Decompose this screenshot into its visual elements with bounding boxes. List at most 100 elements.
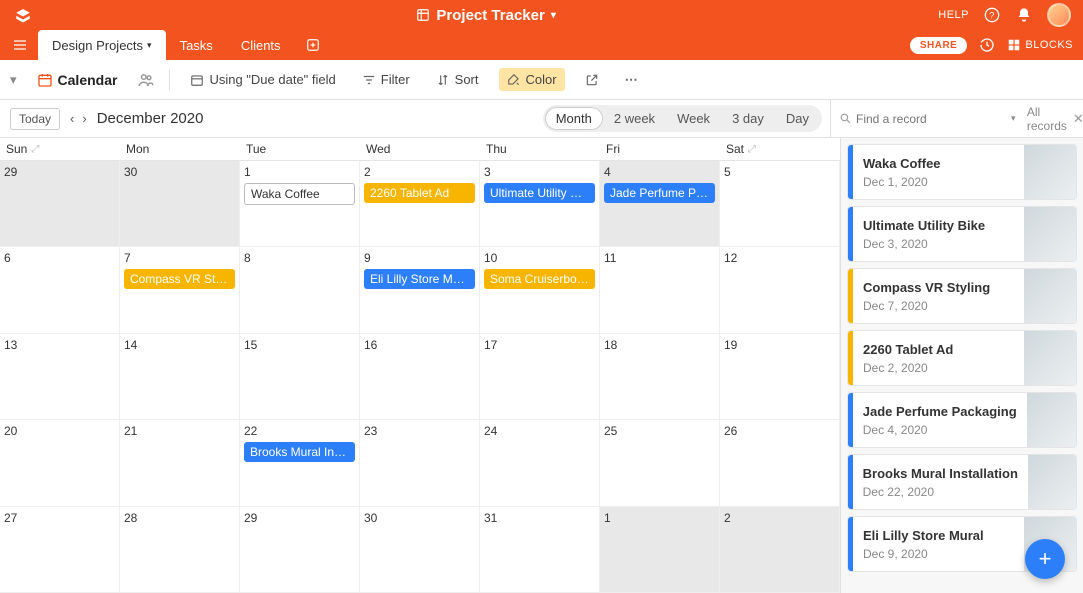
calendar-event[interactable]: Eli Lilly Store Mural xyxy=(364,269,475,289)
day-header: Fri xyxy=(600,138,720,160)
calendar-cell[interactable]: 1 xyxy=(600,507,720,593)
history-icon[interactable] xyxy=(979,37,995,53)
record-card[interactable]: Ultimate Utility BikeDec 3, 2020 xyxy=(847,206,1077,262)
calendar-cell[interactable]: 26 xyxy=(720,420,840,506)
external-link-icon[interactable] xyxy=(579,69,605,91)
day-number: 13 xyxy=(4,338,115,352)
calendar-cell[interactable]: 2 xyxy=(720,507,840,593)
range-2week[interactable]: 2 week xyxy=(603,107,666,130)
add-tab-button[interactable] xyxy=(303,35,323,55)
range-3day[interactable]: 3 day xyxy=(721,107,775,130)
calendar-cell[interactable]: 10Soma Cruiserboard xyxy=(480,247,600,333)
day-number: 8 xyxy=(244,251,355,265)
app-title[interactable]: Project Tracker xyxy=(436,7,544,24)
calendar-event[interactable]: Ultimate Utility Bike xyxy=(484,183,595,203)
calendar-event[interactable]: Brooks Mural Inst... xyxy=(244,442,355,462)
prev-button[interactable]: ‹ xyxy=(70,111,74,126)
calendar-cell[interactable]: 24 xyxy=(480,420,600,506)
record-card[interactable]: Brooks Mural InstallationDec 22, 2020 xyxy=(847,454,1077,510)
record-title: Brooks Mural Installation xyxy=(863,466,1018,481)
calendar-cell[interactable]: 16 xyxy=(360,334,480,420)
using-field-button[interactable]: Using "Due date" field xyxy=(184,68,341,91)
calendar-cell[interactable]: 14 xyxy=(120,334,240,420)
calendar-cell[interactable]: 5 xyxy=(720,161,840,247)
range-toggle: Month 2 week Week 3 day Day xyxy=(543,105,822,132)
calendar-cell[interactable]: 13 xyxy=(0,334,120,420)
search-input[interactable] xyxy=(856,112,1011,126)
record-card[interactable]: Waka CoffeeDec 1, 2020 xyxy=(847,144,1077,200)
color-button[interactable]: Color xyxy=(499,68,565,91)
record-card[interactable]: Jade Perfume PackagingDec 4, 2020 xyxy=(847,392,1077,448)
calendar-cell[interactable]: 27 xyxy=(0,507,120,593)
calendar-cell[interactable]: 20 xyxy=(0,420,120,506)
view-switcher[interactable]: Calendar xyxy=(31,68,124,92)
calendar-cell[interactable]: 22260 Tablet Ad xyxy=(360,161,480,247)
calendar-icon xyxy=(37,72,53,88)
chevron-down-icon[interactable]: ▾ xyxy=(10,72,17,88)
record-title: 2260 Tablet Ad xyxy=(863,342,1014,357)
calendar-cell[interactable]: 22Brooks Mural Inst... xyxy=(240,420,360,506)
calendar-cell[interactable]: 31 xyxy=(480,507,600,593)
record-card[interactable]: Compass VR StylingDec 7, 2020 xyxy=(847,268,1077,324)
today-button[interactable]: Today xyxy=(10,108,60,130)
calendar-cell[interactable]: 17 xyxy=(480,334,600,420)
calendar-event[interactable]: Waka Coffee xyxy=(244,183,355,205)
calendar-cell[interactable]: 8 xyxy=(240,247,360,333)
expand-icon[interactable]: ⤢ xyxy=(748,144,756,155)
app-logo[interactable] xyxy=(12,4,34,26)
menu-icon[interactable] xyxy=(10,37,30,53)
calendar-cell[interactable]: 23 xyxy=(360,420,480,506)
filter-button[interactable]: Filter xyxy=(356,68,416,91)
day-number: 16 xyxy=(364,338,475,352)
all-records-dropdown[interactable]: ▾ All records xyxy=(1011,105,1067,133)
calendar-cell[interactable]: 21 xyxy=(120,420,240,506)
calendar-cell[interactable]: 7Compass VR Styli... xyxy=(120,247,240,333)
calendar-event[interactable]: Soma Cruiserboard xyxy=(484,269,595,289)
caret-down-icon: ▾ xyxy=(147,40,152,51)
calendar-event[interactable]: Jade Perfume Pac... xyxy=(604,183,715,203)
help-icon[interactable]: ? xyxy=(983,6,1001,24)
calendar-cell[interactable]: 1Waka Coffee xyxy=(240,161,360,247)
calendar-cell[interactable]: 9Eli Lilly Store Mural xyxy=(360,247,480,333)
calendar-cell[interactable]: 3Ultimate Utility Bike xyxy=(480,161,600,247)
bell-icon[interactable] xyxy=(1015,6,1033,24)
share-button[interactable]: SHARE xyxy=(910,37,968,54)
calendar-event[interactable]: 2260 Tablet Ad xyxy=(364,183,475,203)
expand-icon[interactable]: ⤢ xyxy=(31,144,39,155)
calendar-cell[interactable]: 19 xyxy=(720,334,840,420)
calendar-cell[interactable]: 6 xyxy=(0,247,120,333)
people-icon[interactable] xyxy=(137,71,155,89)
record-card[interactable]: 2260 Tablet AdDec 2, 2020 xyxy=(847,330,1077,386)
range-day[interactable]: Day xyxy=(775,107,820,130)
calendar-cell[interactable]: 29 xyxy=(240,507,360,593)
day-number: 14 xyxy=(124,338,235,352)
tab-clients[interactable]: Clients xyxy=(227,30,295,60)
sort-button[interactable]: Sort xyxy=(430,68,485,91)
help-link[interactable]: HELP xyxy=(938,9,969,21)
calendar-cell[interactable]: 15 xyxy=(240,334,360,420)
calendar-cell[interactable]: 12 xyxy=(720,247,840,333)
tab-design-projects[interactable]: Design Projects▾ xyxy=(38,30,166,60)
calendar-cell[interactable]: 25 xyxy=(600,420,720,506)
close-sidebar-icon[interactable]: ✕ xyxy=(1073,111,1083,127)
calendar-cell[interactable]: 11 xyxy=(600,247,720,333)
record-thumbnail xyxy=(1024,269,1076,323)
blocks-button[interactable]: BLOCKS xyxy=(1007,38,1073,52)
tab-tasks[interactable]: Tasks xyxy=(166,30,227,60)
calendar-cell[interactable]: 30 xyxy=(360,507,480,593)
range-week[interactable]: Week xyxy=(666,107,721,130)
avatar[interactable] xyxy=(1047,3,1071,27)
add-record-fab[interactable]: + xyxy=(1025,539,1065,579)
calendar-event[interactable]: Compass VR Styli... xyxy=(124,269,235,289)
caret-down-icon[interactable]: ▾ xyxy=(551,10,556,21)
range-month[interactable]: Month xyxy=(545,107,603,130)
day-number: 30 xyxy=(364,511,475,525)
view-toolbar: ▾ Calendar Using "Due date" field Filter… xyxy=(0,60,1083,100)
calendar-cell[interactable]: 28 xyxy=(120,507,240,593)
calendar-cell[interactable]: 18 xyxy=(600,334,720,420)
calendar-cell[interactable]: 4Jade Perfume Pac... xyxy=(600,161,720,247)
calendar-cell[interactable]: 30 xyxy=(120,161,240,247)
calendar-cell[interactable]: 29 xyxy=(0,161,120,247)
more-icon[interactable]: ⋯ xyxy=(619,68,646,92)
next-button[interactable]: › xyxy=(82,111,86,126)
